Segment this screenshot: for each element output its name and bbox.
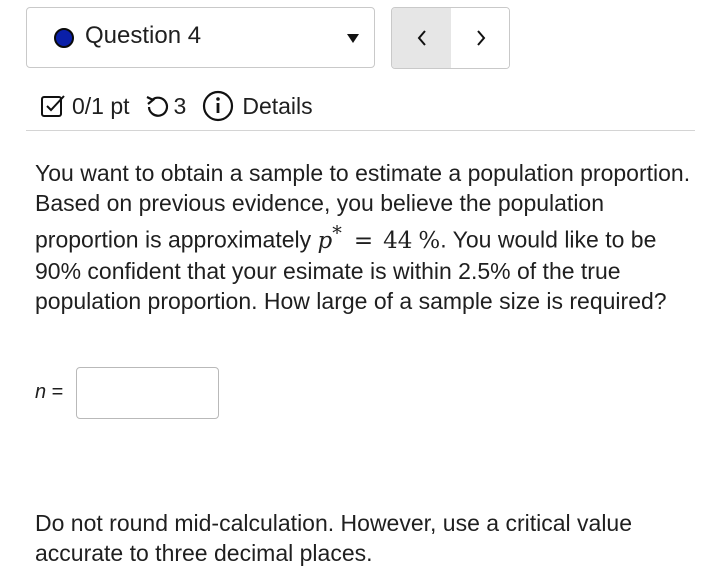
checkbox-edit-icon (40, 93, 68, 119)
retry-icon (144, 93, 170, 119)
chevron-right-icon (476, 30, 485, 46)
sample-size-input[interactable] (76, 367, 219, 419)
question-select-label: Question 4 (85, 22, 202, 49)
score-text: 0/1 pt (72, 92, 130, 119)
question-text: You want to obtain a sample to estimate … (35, 160, 691, 314)
info-icon[interactable] (202, 90, 234, 122)
details-link[interactable]: Details (242, 93, 312, 120)
next-question-button[interactable] (451, 8, 509, 68)
math-expression: p* = 44% (317, 221, 441, 254)
chevron-left-icon (417, 30, 426, 46)
attempts-count: 3 (173, 92, 187, 119)
instructions-note: Do not round mid-calculation. However, u… (35, 510, 633, 566)
divider (26, 130, 695, 131)
answer-label: n = (35, 381, 64, 403)
dropdown-caret-icon (347, 34, 359, 43)
question-meta: 0/1 pt 3 Details (40, 88, 313, 124)
question-status-dot (54, 28, 74, 48)
question-select[interactable]: Question 4 (26, 7, 375, 68)
question-nav (391, 7, 510, 69)
previous-question-button[interactable] (392, 8, 452, 68)
